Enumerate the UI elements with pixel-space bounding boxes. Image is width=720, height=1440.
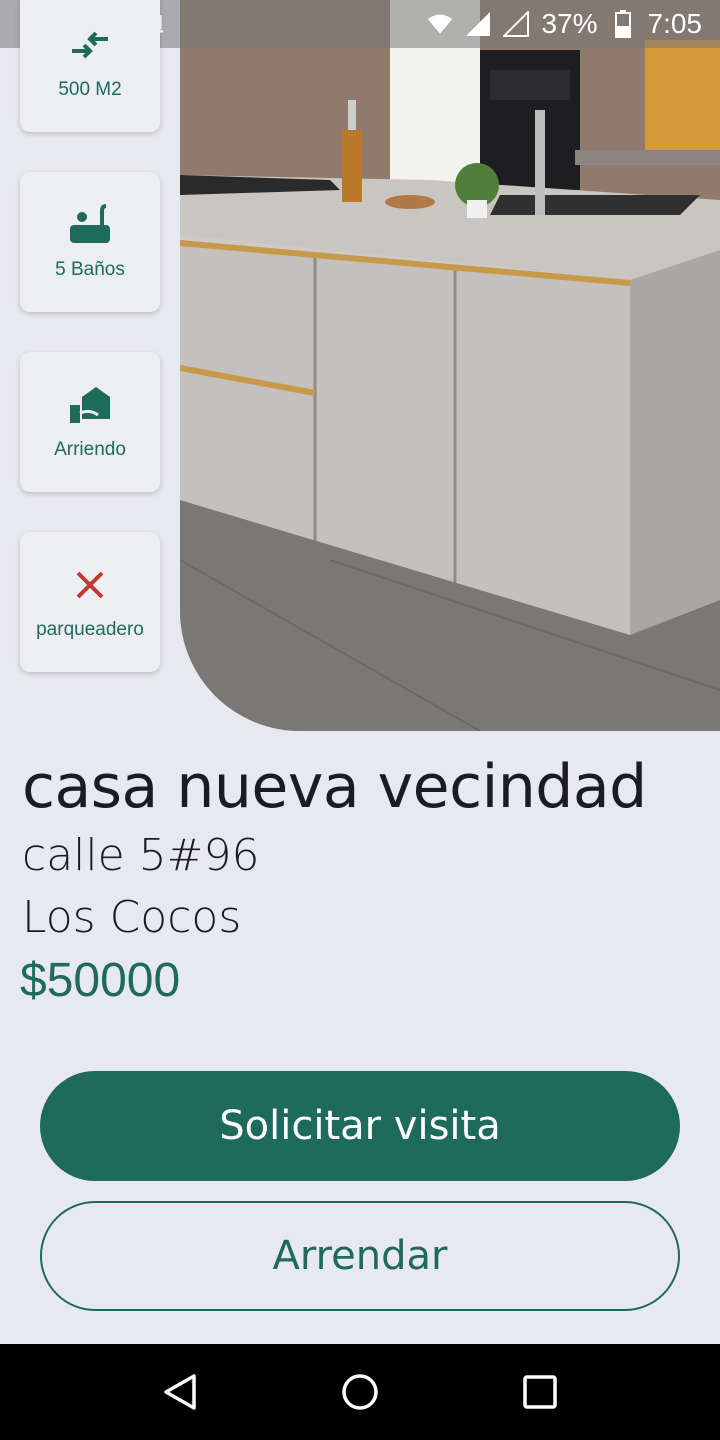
feature-card-rent: Arriendo xyxy=(20,352,160,492)
bathtub-icon xyxy=(68,203,112,247)
request-visit-button[interactable]: Solicitar visita xyxy=(40,1071,680,1181)
feature-label: 500 M2 xyxy=(58,79,122,100)
property-neighborhood: Los Cocos xyxy=(22,892,242,943)
property-price: $50000 xyxy=(20,954,181,1007)
area-arrows-icon xyxy=(68,23,112,67)
property-address: calle 5#96 xyxy=(22,830,260,881)
system-navigation-bar xyxy=(0,1344,720,1440)
recents-icon[interactable] xyxy=(516,1368,564,1416)
feature-card-parking: parqueadero xyxy=(20,532,160,672)
feature-card-bathrooms: 5 Baños xyxy=(20,172,160,312)
rent-button[interactable]: Arrendar xyxy=(40,1201,680,1311)
signal-icon xyxy=(465,11,491,37)
feature-label: parqueadero xyxy=(36,619,144,640)
feature-label: Arriendo xyxy=(54,439,126,460)
signal-empty-icon xyxy=(503,11,530,37)
close-x-icon xyxy=(68,563,112,607)
clock: 7:05 xyxy=(647,8,703,39)
rent-hand-house-icon xyxy=(68,383,112,427)
back-icon[interactable] xyxy=(156,1368,204,1416)
feature-label: 5 Baños xyxy=(55,259,125,280)
wifi-icon xyxy=(427,11,453,37)
property-photo xyxy=(180,0,720,731)
feature-card-area: 500 M2 xyxy=(20,0,160,132)
battery-icon xyxy=(610,10,636,38)
battery-percent: 37% xyxy=(541,8,598,39)
property-title: casa nueva vecindad xyxy=(22,752,647,822)
home-icon[interactable] xyxy=(336,1368,384,1416)
